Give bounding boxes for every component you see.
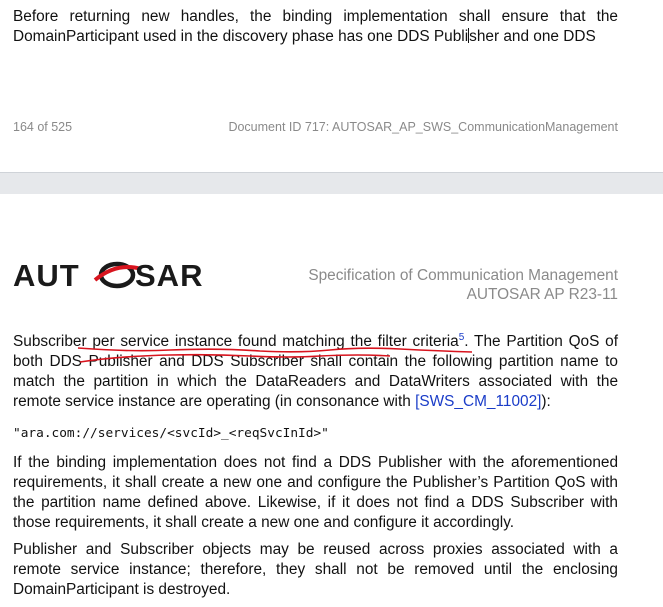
document-id: Document ID 717: AUTOSAR_AP_SWS_Communic… bbox=[228, 120, 618, 134]
svg-text:SAR: SAR bbox=[135, 260, 203, 290]
current-page: AUT SAR Specification of Communication M… bbox=[0, 194, 663, 607]
page-number: 164 of 525 bbox=[13, 120, 73, 134]
requirement-link[interactable]: [SWS_CM_11002] bbox=[415, 393, 541, 410]
paragraph-partition-qos: Subscriber per service instance found ma… bbox=[13, 331, 618, 410]
document-header: Specification of Communication Managemen… bbox=[308, 266, 618, 304]
paragraph-binding-creation: If the binding implementation does not f… bbox=[13, 454, 618, 531]
page-separator bbox=[0, 172, 663, 195]
paragraph-discovery: Before returning new handles, the bindin… bbox=[13, 8, 618, 45]
previous-page: Before returning new handles, the bindin… bbox=[0, 0, 663, 172]
spec-title: Specification of Communication Managemen… bbox=[308, 267, 618, 284]
svg-text:AUT: AUT bbox=[13, 260, 80, 290]
release-label: AUTOSAR AP R23-11 bbox=[466, 286, 618, 303]
paragraph-reuse: Publisher and Subscriber objects may be … bbox=[13, 541, 618, 598]
partition-name-code: "ara.com://services/<svcId>_<reqSvcInId>… bbox=[13, 426, 329, 441]
autosar-logo: AUT SAR bbox=[13, 260, 203, 290]
